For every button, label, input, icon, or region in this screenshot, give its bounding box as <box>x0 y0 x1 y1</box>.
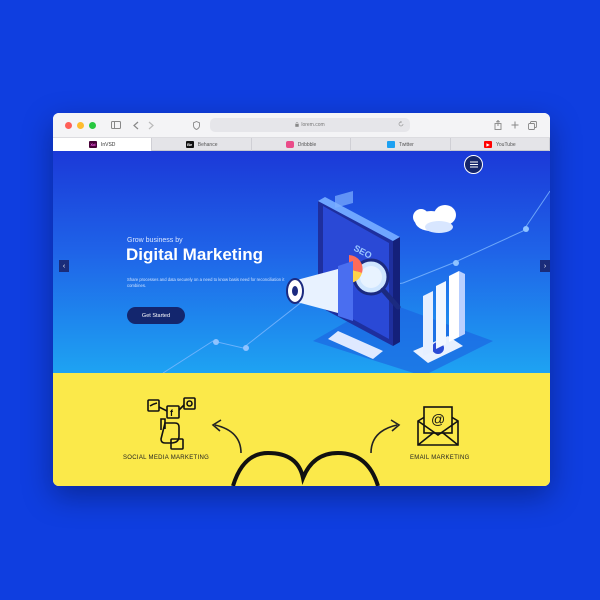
tab-dribbble[interactable]: Dribbble <box>252 138 352 151</box>
sidebar-icon[interactable] <box>110 118 122 132</box>
svg-text:f: f <box>170 408 174 418</box>
carousel-prev-button[interactable]: ‹ <box>59 260 69 272</box>
hero-title: Digital Marketing <box>126 245 263 264</box>
xd-icon: Xd <box>88 141 97 148</box>
back-icon[interactable] <box>131 118 141 132</box>
browser-window: lorem.com Xd InVSD Be Behance Dribbble T… <box>53 113 550 486</box>
tab-label: Dribbble <box>297 141 317 148</box>
social-media-icon: f <box>147 397 196 450</box>
forward-icon[interactable] <box>146 118 156 132</box>
twitter-icon <box>387 141 396 148</box>
service-label-email: EMAIL MARKETING <box>410 455 470 461</box>
hero-subtitle: Grow business by <box>127 237 183 244</box>
hamburger-icon <box>469 161 478 168</box>
service-label-social: SOCIAL MEDIA MARKETING <box>123 455 210 461</box>
new-tab-icon[interactable] <box>510 118 520 132</box>
tab-youtube[interactable]: ▶ YouTube <box>451 138 550 151</box>
tab-behance[interactable]: Be Behance <box>152 138 252 151</box>
carousel-next-button[interactable]: › <box>540 260 550 272</box>
reload-icon[interactable] <box>398 121 404 129</box>
url-text: lorem.com <box>301 122 325 128</box>
tab-invsd[interactable]: Xd InVSD <box>53 138 153 151</box>
chevron-left-icon: ‹ <box>62 262 66 270</box>
close-window-button[interactable] <box>65 122 72 129</box>
svg-text:@: @ <box>431 411 445 427</box>
tab-twitter[interactable]: Twitter <box>351 138 451 151</box>
share-icon[interactable] <box>493 118 503 132</box>
get-started-button[interactable]: Get Started <box>127 307 185 324</box>
tab-label: YouTube <box>496 141 516 148</box>
tab-overview-icon[interactable] <box>527 118 537 132</box>
browser-toolbar: lorem.com <box>53 113 550 138</box>
youtube-icon: ▶ <box>484 141 492 148</box>
email-icon: @ <box>417 406 459 446</box>
dribbble-icon <box>285 141 294 148</box>
hero-section: SEO Grow business by Digital Marketing S… <box>53 151 550 373</box>
chevron-right-icon: › <box>543 262 547 270</box>
browser-tab-bar: Xd InVSD Be Behance Dribbble Twitter ▶ Y… <box>53 138 550 151</box>
behance-icon: Be <box>185 141 194 148</box>
privacy-shield-icon[interactable] <box>191 118 201 132</box>
tab-label: Twitter <box>399 141 414 148</box>
tab-label: Behance <box>197 141 218 148</box>
services-illustration: f @ <box>147 397 459 486</box>
minimize-window-button[interactable] <box>77 122 84 129</box>
menu-button[interactable] <box>464 155 483 174</box>
services-section: f @ SOCIAL MEDIA MARKETING EMAIL MARKETI… <box>53 373 550 486</box>
maximize-window-button[interactable] <box>89 122 96 129</box>
cloud-icon <box>413 205 456 233</box>
hero-description: Share processes and data securely on a n… <box>127 277 285 288</box>
address-bar[interactable]: lorem.com <box>210 118 410 132</box>
tab-label: InVSD <box>100 141 116 148</box>
lock-icon <box>295 121 300 129</box>
